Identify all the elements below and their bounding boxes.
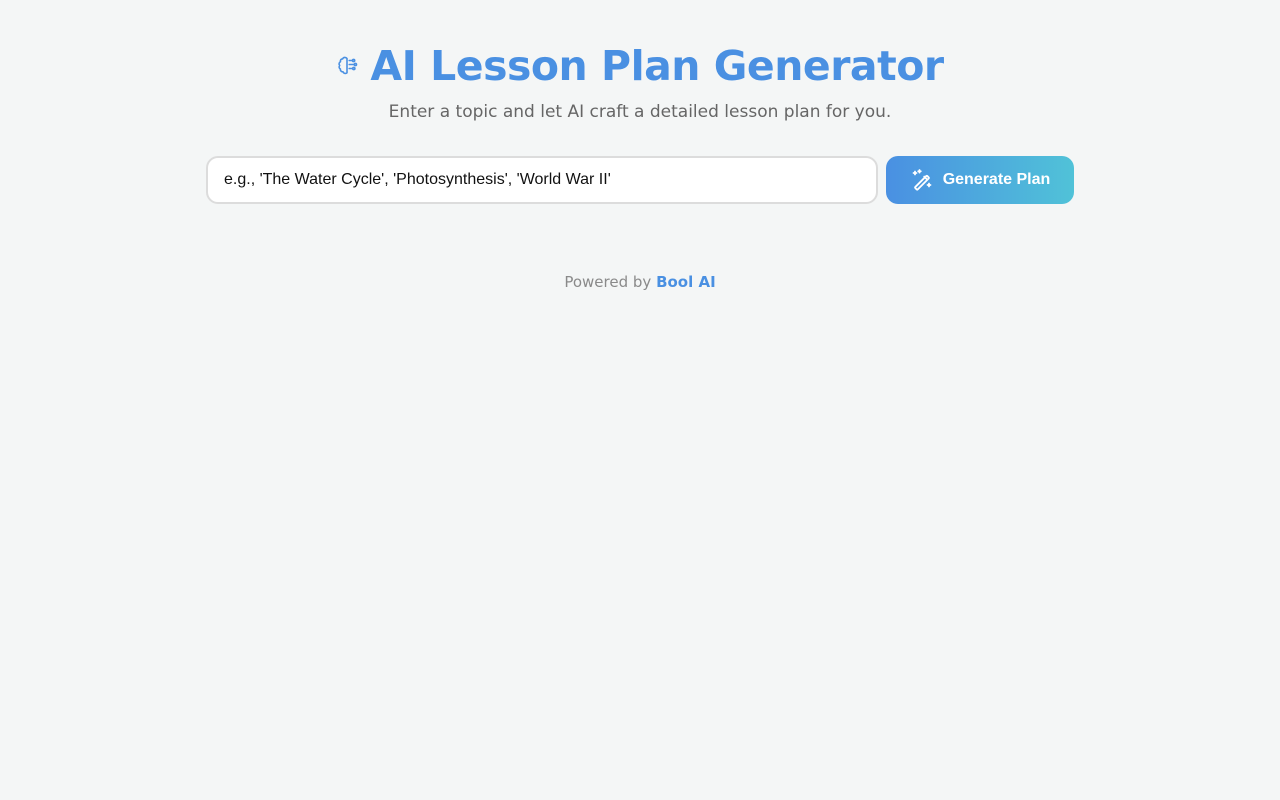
app-header: AI Lesson Plan Generator Enter a topic a…	[0, 40, 1280, 126]
footer: Powered by Bool AI	[0, 270, 1280, 294]
bool-ai-link[interactable]: Bool AI	[656, 273, 716, 291]
brain-icon	[336, 54, 360, 78]
page-subtitle: Enter a topic and let AI craft a detaile…	[388, 102, 892, 122]
footer-prefix: Powered by	[564, 273, 652, 291]
generate-plan-button[interactable]: Generate Plan	[886, 156, 1074, 204]
page: AI Lesson Plan Generator Enter a topic a…	[0, 0, 1280, 800]
topic-input[interactable]	[206, 156, 878, 204]
title-row: AI Lesson Plan Generator	[0, 40, 1280, 92]
page-title: AI Lesson Plan Generator	[370, 42, 944, 90]
topic-form: Generate Plan	[206, 156, 1074, 204]
magic-wand-icon	[910, 168, 934, 192]
generate-plan-label: Generate Plan	[942, 171, 1051, 188]
